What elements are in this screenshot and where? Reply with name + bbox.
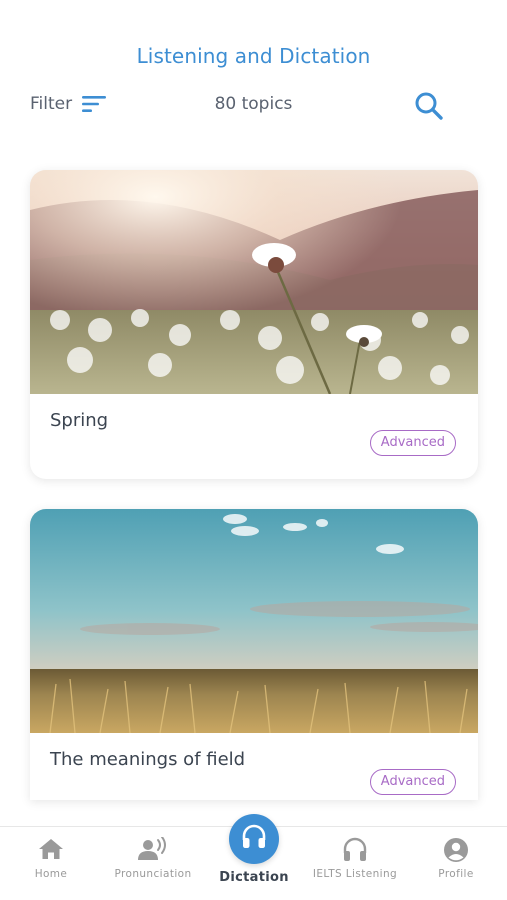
level-badge: Advanced	[369, 769, 456, 795]
topic-title: Spring	[50, 410, 109, 431]
nav-label: Pronunciation	[114, 868, 192, 880]
topic-image-flowers	[30, 170, 478, 394]
topic-card-field[interactable]: The meanings of field Advanced	[30, 509, 478, 800]
home-icon	[38, 837, 64, 861]
nav-label: IELTS Listening	[312, 868, 398, 880]
nav-item-pronunciation[interactable]: Pronunciation	[103, 827, 203, 900]
headphones-icon	[240, 823, 268, 855]
page-title: Listening and Dictation	[136, 44, 371, 68]
level-badge: Advanced	[369, 430, 456, 456]
topic-title: The meanings of field	[50, 749, 246, 770]
nav-item-ielts-listening[interactable]: IELTS Listening	[305, 827, 405, 900]
toolbar: Filter 80 topics	[0, 88, 507, 124]
filter-button[interactable]: Filter	[30, 94, 107, 114]
topic-image-wheat-field	[30, 509, 478, 733]
headphones-outline-icon	[342, 837, 368, 863]
profile-icon	[443, 837, 469, 863]
nav-label: Profile	[438, 868, 474, 880]
dictation-active-button[interactable]	[229, 814, 279, 864]
nav-label: Home	[34, 868, 68, 880]
search-icon	[413, 90, 445, 122]
nav-item-home[interactable]: Home	[1, 827, 101, 900]
topic-card-spring[interactable]: Spring Advanced	[30, 170, 478, 479]
search-button[interactable]	[413, 90, 445, 122]
filter-label: Filter	[30, 94, 73, 114]
nav-item-profile[interactable]: Profile	[406, 827, 506, 900]
nav-label: Dictation	[219, 870, 289, 885]
speaker-person-icon	[138, 837, 168, 861]
filter-lines-icon	[82, 95, 107, 113]
